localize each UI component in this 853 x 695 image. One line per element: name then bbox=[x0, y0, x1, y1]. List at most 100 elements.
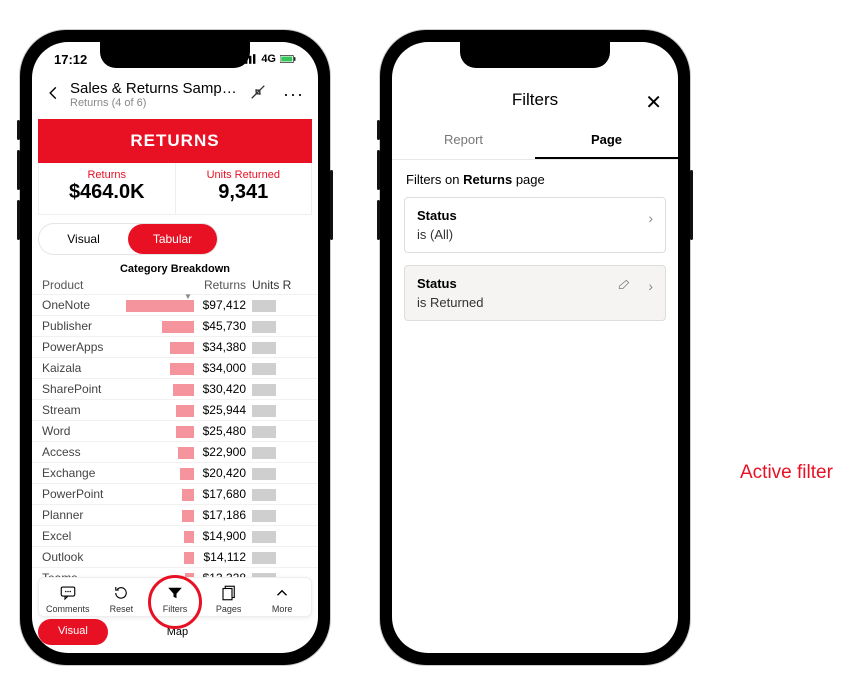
units-bar bbox=[252, 468, 276, 480]
toolbar-pages[interactable]: Pages bbox=[204, 584, 254, 614]
returns-bar bbox=[173, 384, 194, 396]
units-bar bbox=[252, 384, 276, 396]
returns-bar bbox=[162, 321, 194, 333]
col-units[interactable]: Units R bbox=[252, 278, 312, 292]
filter-icon bbox=[166, 584, 184, 602]
tab-report[interactable]: Report bbox=[392, 122, 535, 159]
filter-card-status-returned[interactable]: Status is Returned › bbox=[404, 265, 666, 321]
toolbar-reset-label: Reset bbox=[110, 604, 134, 614]
bottom-toolbar: Comments Reset Filters Pages More bbox=[38, 577, 312, 617]
toolbar-filters[interactable]: Filters bbox=[150, 584, 200, 614]
active-filter-callout: Active filter bbox=[740, 462, 833, 484]
table-row[interactable]: PowerApps$34,380 bbox=[32, 336, 318, 357]
chevron-up-icon bbox=[273, 584, 291, 602]
table-row[interactable]: Kaizala$34,000 bbox=[32, 357, 318, 378]
filters-section-title: Filters on Returns page bbox=[392, 160, 678, 197]
toolbar-reset[interactable]: Reset bbox=[96, 584, 146, 614]
toolbar-more-label: More bbox=[272, 604, 293, 614]
returns-bar bbox=[170, 363, 194, 375]
table-row[interactable]: Exchange$20,420 bbox=[32, 462, 318, 483]
col-product[interactable]: Product bbox=[38, 278, 124, 292]
cell-returns: $22,900 bbox=[124, 445, 252, 459]
pill-map[interactable]: Map bbox=[146, 619, 209, 645]
back-icon[interactable] bbox=[46, 83, 60, 106]
cell-returns: $25,944 bbox=[124, 403, 252, 417]
pill-visual[interactable]: Visual bbox=[38, 619, 108, 645]
kpi-units: Units Returned 9,341 bbox=[176, 163, 312, 214]
table-row[interactable]: Excel$14,900 bbox=[32, 525, 318, 546]
cell-product: OneNote bbox=[38, 298, 124, 312]
returns-bar bbox=[176, 405, 194, 417]
app-header: Sales & Returns Sampl... Returns (4 of 6… bbox=[32, 76, 318, 117]
table-row[interactable]: SharePoint$30,420 bbox=[32, 378, 318, 399]
table-row[interactable]: Stream$25,944 bbox=[32, 399, 318, 420]
kpi-units-value: 9,341 bbox=[180, 181, 308, 204]
cell-product: SharePoint bbox=[38, 382, 124, 396]
cell-units bbox=[252, 403, 312, 417]
kpi-returns: Returns $464.0K bbox=[39, 163, 176, 214]
returns-bar bbox=[178, 447, 194, 459]
expand-icon[interactable] bbox=[249, 83, 267, 106]
table-title: Category Breakdown bbox=[32, 263, 318, 275]
cell-returns: $97,412 bbox=[124, 298, 252, 312]
toolbar-comments[interactable]: Comments bbox=[43, 584, 93, 614]
more-icon[interactable]: ··· bbox=[277, 84, 304, 105]
units-bar bbox=[252, 363, 276, 375]
returns-bar bbox=[170, 342, 194, 354]
cell-returns: $20,420 bbox=[124, 466, 252, 480]
kpi-returns-label: Returns bbox=[43, 169, 171, 181]
eraser-icon[interactable] bbox=[617, 278, 631, 297]
cell-units bbox=[252, 466, 312, 480]
toolbar-more[interactable]: More bbox=[257, 584, 307, 614]
col-returns[interactable]: Returns ▼ bbox=[124, 278, 252, 292]
filter-card-status-all[interactable]: Status is (All) › bbox=[404, 197, 666, 253]
cell-product: Access bbox=[38, 445, 124, 459]
cell-units bbox=[252, 487, 312, 501]
cell-returns: $14,112 bbox=[124, 550, 252, 564]
cell-product: Word bbox=[38, 424, 124, 438]
toggle-visual[interactable]: Visual bbox=[39, 224, 128, 254]
filters-panel-title: Filters bbox=[512, 90, 558, 109]
cell-units bbox=[252, 298, 312, 312]
battery-icon bbox=[280, 53, 296, 65]
cell-product: Outlook bbox=[38, 550, 124, 564]
units-bar bbox=[252, 510, 276, 522]
status-time: 17:12 bbox=[54, 52, 87, 67]
returns-bar bbox=[182, 489, 194, 501]
cell-product: Stream bbox=[38, 403, 124, 417]
table-row[interactable]: PowerPoint$17,680 bbox=[32, 483, 318, 504]
table-row[interactable]: Outlook$14,112 bbox=[32, 546, 318, 567]
kpi-units-label: Units Returned bbox=[180, 169, 308, 181]
cell-returns: $17,186 bbox=[124, 508, 252, 522]
toolbar-filters-label: Filters bbox=[163, 604, 188, 614]
cell-returns: $17,680 bbox=[124, 487, 252, 501]
cell-product: Planner bbox=[38, 508, 124, 522]
cell-units bbox=[252, 319, 312, 333]
close-icon[interactable]: ✕ bbox=[645, 90, 662, 115]
toggle-tabular[interactable]: Tabular bbox=[128, 224, 217, 254]
cell-returns: $34,380 bbox=[124, 340, 252, 354]
cell-returns: $45,730 bbox=[124, 319, 252, 333]
filters-panel-header: Filters ✕ bbox=[392, 72, 678, 122]
tab-page[interactable]: Page bbox=[535, 122, 678, 159]
filter-card-value: is Returned bbox=[417, 295, 653, 310]
table-header: Product Returns ▼ Units R bbox=[32, 275, 318, 294]
cell-returns: $25,480 bbox=[124, 424, 252, 438]
units-bar bbox=[252, 426, 276, 438]
table-row[interactable]: Publisher$45,730 bbox=[32, 315, 318, 336]
cell-units bbox=[252, 424, 312, 438]
chevron-right-icon: › bbox=[648, 210, 653, 226]
table-row[interactable]: Word$25,480 bbox=[32, 420, 318, 441]
reset-icon bbox=[112, 584, 130, 602]
cell-returns: $14,900 bbox=[124, 529, 252, 543]
units-bar bbox=[252, 489, 276, 501]
units-bar bbox=[252, 405, 276, 417]
filter-card-value: is (All) bbox=[417, 227, 653, 242]
units-bar bbox=[252, 321, 276, 333]
report-title[interactable]: Sales & Returns Sampl... bbox=[70, 80, 239, 97]
table-row[interactable]: OneNote$97,412 bbox=[32, 294, 318, 315]
returns-bar bbox=[180, 468, 194, 480]
table-row[interactable]: Planner$17,186 bbox=[32, 504, 318, 525]
table-row[interactable]: Access$22,900 bbox=[32, 441, 318, 462]
returns-bar bbox=[176, 426, 194, 438]
